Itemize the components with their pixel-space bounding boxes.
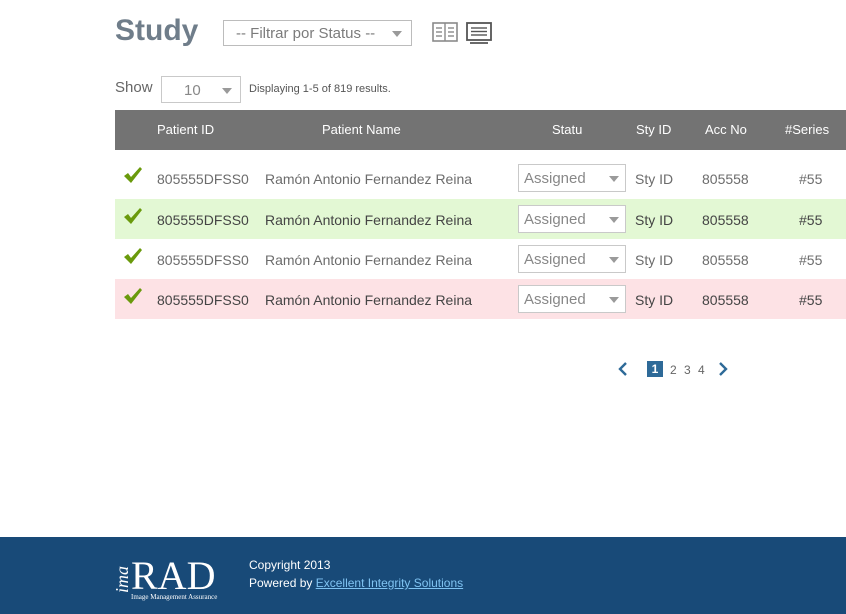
- cell-acc-no: 805558: [702, 252, 749, 268]
- chevron-down-icon: [222, 88, 232, 94]
- chevron-left-icon[interactable]: [618, 362, 628, 376]
- cell-patient-name: Ramón Antonio Fernandez Reina: [265, 252, 473, 268]
- cell-patient-id: 805555DFSS0: [157, 252, 249, 268]
- footer: ima RAD Image Management Assurance Copyr…: [0, 537, 846, 614]
- page-size-value: 10: [184, 82, 201, 99]
- cell-patient-id: 805555DFSS0: [157, 171, 249, 187]
- results-summary: Displaying 1-5 of 819 results.: [249, 83, 391, 95]
- chevron-right-icon[interactable]: [718, 362, 728, 376]
- chevron-down-icon: [609, 257, 619, 263]
- powered-by-label: Powered by: [249, 576, 313, 590]
- cell-patient-id: 805555DFSS0: [157, 212, 249, 228]
- cell-acc-no: 805558: [702, 292, 749, 308]
- copyright-text: Copyright 2013: [249, 558, 331, 572]
- status-select[interactable]: Assigned: [518, 245, 626, 273]
- table-row[interactable]: 805555DFSS0 Ramón Antonio Fernandez Rein…: [115, 199, 846, 239]
- status-filter-label: -- Filtrar por Status --: [236, 25, 376, 42]
- column-header-acc-no[interactable]: Acc No: [705, 122, 747, 137]
- column-header-patient-id[interactable]: Patient ID: [157, 122, 214, 137]
- cell-patient-name: Ramón Antonio Fernandez Reina: [265, 292, 473, 308]
- status-filter-dropdown[interactable]: -- Filtrar por Status --: [223, 20, 412, 46]
- chevron-down-icon: [392, 31, 402, 37]
- cell-series: #55: [799, 212, 823, 228]
- table-row[interactable]: 805555DFSS0 Ramón Antonio Fernandez Rein…: [115, 158, 846, 198]
- chevron-down-icon: [609, 176, 619, 182]
- svg-text:ima: ima: [112, 566, 132, 593]
- table-header: Patient ID Patient Name Statu Sty ID Acc…: [115, 110, 846, 150]
- status-value: Assigned: [524, 170, 586, 187]
- book-view-icon[interactable]: [432, 22, 458, 42]
- company-link[interactable]: Excellent Integrity Solutions: [316, 576, 463, 590]
- cell-sty-id: Sty ID: [635, 171, 674, 187]
- cell-sty-id: Sty ID: [635, 292, 674, 308]
- status-select[interactable]: Assigned: [518, 205, 626, 233]
- cell-sty-id: Sty ID: [635, 252, 674, 268]
- table-row[interactable]: 805555DFSS0 Ramón Antonio Fernandez Rein…: [115, 239, 846, 279]
- check-icon: [124, 288, 142, 304]
- status-select[interactable]: Assigned: [518, 285, 626, 313]
- powered-by-text: Powered by Excellent Integrity Solutions: [249, 576, 463, 590]
- column-header-status[interactable]: Statu: [552, 122, 582, 137]
- cell-patient-id: 805555DFSS0: [157, 292, 249, 308]
- page-4-button[interactable]: 4: [698, 363, 705, 377]
- page-3-button[interactable]: 3: [684, 363, 691, 377]
- column-header-sty-id[interactable]: Sty ID: [636, 122, 671, 137]
- check-icon: [124, 167, 142, 183]
- cell-patient-name: Ramón Antonio Fernandez Reina: [265, 171, 473, 187]
- chevron-down-icon: [609, 297, 619, 303]
- cell-acc-no: 805558: [702, 171, 749, 187]
- status-value: Assigned: [524, 211, 586, 228]
- status-value: Assigned: [524, 291, 586, 308]
- check-icon: [124, 208, 142, 224]
- page-size-select[interactable]: 10: [161, 76, 241, 103]
- cell-acc-no: 805558: [702, 212, 749, 228]
- chevron-down-icon: [609, 217, 619, 223]
- page-title: Study: [115, 14, 199, 47]
- cell-patient-name: Ramón Antonio Fernandez Reina: [265, 212, 473, 228]
- show-label: Show: [115, 79, 153, 96]
- check-icon: [124, 248, 142, 264]
- cell-series: #55: [799, 252, 823, 268]
- column-header-patient-name[interactable]: Patient Name: [322, 122, 401, 137]
- column-header-series[interactable]: #Series: [785, 122, 829, 137]
- cell-sty-id: Sty ID: [635, 212, 674, 228]
- page-1-button[interactable]: 1: [647, 361, 663, 377]
- list-view-icon[interactable]: [466, 22, 492, 44]
- status-value: Assigned: [524, 251, 586, 268]
- status-select[interactable]: Assigned: [518, 164, 626, 192]
- cell-series: #55: [799, 171, 823, 187]
- page-2-button[interactable]: 2: [670, 363, 677, 377]
- svg-text:RAD: RAD: [131, 553, 215, 598]
- imarad-logo: ima RAD Image Management Assurance: [112, 553, 217, 601]
- table-row[interactable]: 805555DFSS0 Ramón Antonio Fernandez Rein…: [115, 279, 846, 319]
- svg-text:Image Management Assurance: Image Management Assurance: [131, 593, 217, 601]
- cell-series: #55: [799, 292, 823, 308]
